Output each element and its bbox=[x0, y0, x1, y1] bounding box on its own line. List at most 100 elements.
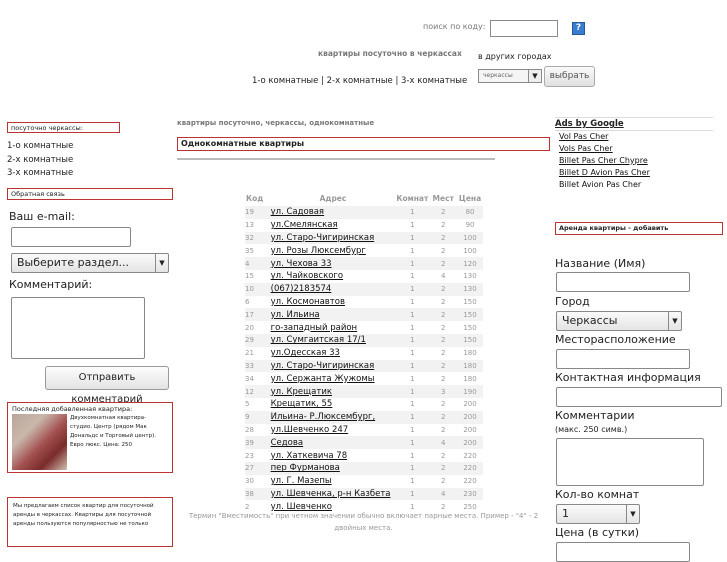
search-code-input[interactable] bbox=[490, 20, 558, 37]
cell-beds: 2 bbox=[440, 400, 446, 409]
table-row[interactable]: 19 ул. Садовая 1 2 80 bbox=[245, 206, 483, 219]
cell-rooms: 1 bbox=[395, 282, 430, 296]
location-field[interactable] bbox=[556, 349, 690, 369]
table-row[interactable]: 12 ул. Крещатик 1 3 190 bbox=[245, 385, 483, 398]
cell-address[interactable]: ул. Чайковского bbox=[271, 270, 396, 283]
ad-link[interactable]: Billet D Avion Pas Cher bbox=[555, 167, 713, 179]
cell-address[interactable]: ул.Одесская 33 bbox=[271, 347, 396, 360]
cell-price: 130 bbox=[457, 282, 483, 296]
name-field[interactable] bbox=[556, 272, 690, 292]
chevron-down-icon: ▼ bbox=[155, 254, 168, 272]
room-type-links[interactable]: 1-о комнатные | 2-х комнатные | 3-х комн… bbox=[252, 76, 467, 86]
comment-textarea[interactable] bbox=[11, 297, 145, 359]
table-row[interactable]: 34 ул. Сержанта Жужомы 1 2 180 bbox=[245, 372, 483, 385]
cell-address[interactable]: (067)2183574 bbox=[270, 282, 396, 296]
table-row[interactable]: 15 ул. Чайковского 1 4 130 bbox=[245, 270, 483, 283]
cell-address[interactable]: ул. Шевченка, р-н Казбета bbox=[270, 487, 396, 501]
table-row[interactable]: 35 ул. Розы Люксембург 1 2 100 bbox=[245, 244, 483, 257]
contact-field[interactable] bbox=[556, 387, 722, 407]
apartment-photo[interactable] bbox=[12, 414, 67, 470]
table-row[interactable]: 38 ул. Шевченка, р-н Казбета 1 4 230 bbox=[245, 487, 483, 501]
section-select[interactable]: Выберите раздел... ▼ bbox=[11, 253, 169, 273]
table-row[interactable]: 29 ул. Сумгаитская 17/1 1 2 150 bbox=[245, 333, 483, 347]
col-beds: Мест bbox=[432, 194, 454, 203]
cell-address[interactable]: ул. Г. Мазепы bbox=[271, 475, 396, 488]
table-row[interactable]: 28 ул.Шевченко 247 1 2 200 bbox=[245, 424, 483, 437]
last-added-apartment[interactable]: Последняя добавленная квартира: Двухкомн… bbox=[7, 402, 173, 473]
table-row[interactable]: 32 ул. Старо-Чигиринская 1 2 100 bbox=[245, 231, 483, 245]
chevron-down-icon: ▼ bbox=[668, 312, 681, 330]
cell-address[interactable]: пер Фурманова bbox=[270, 461, 396, 475]
cell-beds: 2 bbox=[429, 308, 458, 322]
cell-address[interactable]: ул. Старо-Чигиринская bbox=[270, 231, 396, 245]
cell-address[interactable]: ул. Садовая bbox=[270, 206, 396, 219]
room-link-2[interactable]: 2-х комнатные bbox=[7, 154, 73, 168]
cell-price: 120 bbox=[457, 257, 483, 270]
room-link-3[interactable]: 3-х комнатные bbox=[7, 167, 73, 181]
choose-city-button[interactable]: выбрать bbox=[544, 66, 595, 87]
ad-link[interactable]: Billet Pas Cher Chypre bbox=[555, 155, 713, 167]
cell-beds: 2 bbox=[429, 206, 458, 219]
cell-rooms: 1 bbox=[395, 436, 430, 450]
chevron-down-icon: ▼ bbox=[626, 505, 639, 523]
cell-beds: 2 bbox=[440, 349, 446, 358]
cell-code: 17 bbox=[245, 308, 271, 322]
table-row[interactable]: 27 пер Фурманова 1 2 220 bbox=[245, 461, 483, 475]
cell-price: 80 bbox=[457, 206, 483, 219]
cell-address[interactable]: ул. Ильина bbox=[270, 308, 396, 322]
table-row[interactable]: 9 Ильина- Р.Люксембург, 1 2 200 bbox=[245, 410, 483, 424]
table-row[interactable]: 21 ул.Одесская 33 1 2 180 bbox=[245, 347, 483, 360]
table-row[interactable]: 23 ул. Хаткевича 78 1 2 220 bbox=[245, 449, 483, 462]
cell-address[interactable]: ул. Хаткевича 78 bbox=[271, 449, 396, 462]
chevron-down-icon: ▼ bbox=[528, 70, 541, 82]
cell-address[interactable]: ул. Старо-Чигиринская bbox=[270, 359, 396, 373]
cell-address[interactable]: Седова bbox=[270, 436, 396, 450]
email-field[interactable] bbox=[11, 227, 131, 247]
cell-rooms: 1 bbox=[395, 231, 430, 245]
rooms-count-select[interactable]: 1 ▼ bbox=[556, 504, 640, 524]
table-row[interactable]: 20 го-западный район 1 2 150 bbox=[245, 321, 483, 334]
cell-address[interactable]: ул. Сумгаитская 17/1 bbox=[270, 333, 396, 347]
table-row[interactable]: 10 (067)2183574 1 2 130 bbox=[245, 282, 483, 296]
table-row[interactable]: 5 Крещатик, 55 1 2 200 bbox=[245, 398, 483, 411]
city-dropdown[interactable]: Черкассы ▼ bbox=[556, 311, 682, 331]
cell-price: 180 bbox=[457, 359, 483, 373]
cell-address[interactable]: ул. Крещатик bbox=[270, 385, 396, 398]
help-icon[interactable]: ? bbox=[572, 22, 585, 35]
table-row[interactable]: 30 ул. Г. Мазепы 1 2 220 bbox=[245, 475, 483, 488]
cell-price: 180 bbox=[463, 374, 477, 383]
cell-address[interactable]: ул.Шевченко 247 bbox=[271, 424, 396, 437]
cell-code: 35 bbox=[245, 246, 254, 255]
cell-address[interactable]: ул. Розы Люксембург bbox=[271, 244, 396, 257]
ads-title[interactable]: Ads by Google bbox=[555, 117, 713, 131]
table-row[interactable]: 13 ул.Смелянская 1 2 90 bbox=[245, 219, 483, 232]
rooms-count-value: 1 bbox=[562, 507, 569, 520]
table-row[interactable]: 6 ул. Космонавтов 1 2 150 bbox=[245, 296, 483, 309]
cell-code: 23 bbox=[245, 451, 254, 460]
table-row[interactable]: 33 ул. Старо-Чигиринская 1 2 180 bbox=[245, 359, 483, 373]
ad-link[interactable]: Vol Pas Cher bbox=[555, 131, 713, 143]
cell-address[interactable]: го-западный район bbox=[271, 321, 396, 334]
cell-rooms: 1 bbox=[395, 206, 430, 219]
table-row[interactable]: 4 ул. Чехова 33 1 2 120 bbox=[245, 257, 483, 270]
table-row[interactable]: 39 Седова 1 4 200 bbox=[245, 436, 483, 450]
cell-address[interactable]: ул. Космонавтов bbox=[271, 296, 396, 309]
cell-address[interactable]: Ильина- Р.Люксембург, bbox=[270, 410, 396, 424]
price-field[interactable] bbox=[556, 542, 690, 562]
cell-address[interactable]: ул. Сержанта Жужомы bbox=[271, 372, 396, 385]
ad-link[interactable]: Vols Pas Cher bbox=[555, 143, 713, 155]
cell-address[interactable]: Крещатик, 55 bbox=[271, 398, 396, 411]
cell-code: 34 bbox=[245, 374, 254, 383]
ad-link[interactable]: Billet Avion Pas Cher bbox=[555, 179, 713, 191]
cell-code: 10 bbox=[245, 282, 271, 296]
col-price: Цена bbox=[458, 194, 482, 203]
cell-rooms: 1 bbox=[410, 451, 415, 460]
city-select[interactable]: черкассы ▼ bbox=[478, 69, 542, 83]
cell-address[interactable]: ул.Смелянская bbox=[271, 219, 396, 232]
comments-textarea[interactable] bbox=[556, 438, 704, 486]
cell-address[interactable]: ул. Чехова 33 bbox=[270, 257, 396, 270]
room-link-1[interactable]: 1-о комнатные bbox=[7, 140, 73, 154]
table-row[interactable]: 17 ул. Ильина 1 2 150 bbox=[245, 308, 483, 322]
send-comment-button[interactable]: Отправить комментарий bbox=[45, 366, 169, 405]
city-dropdown-value: Черкассы bbox=[562, 314, 618, 327]
